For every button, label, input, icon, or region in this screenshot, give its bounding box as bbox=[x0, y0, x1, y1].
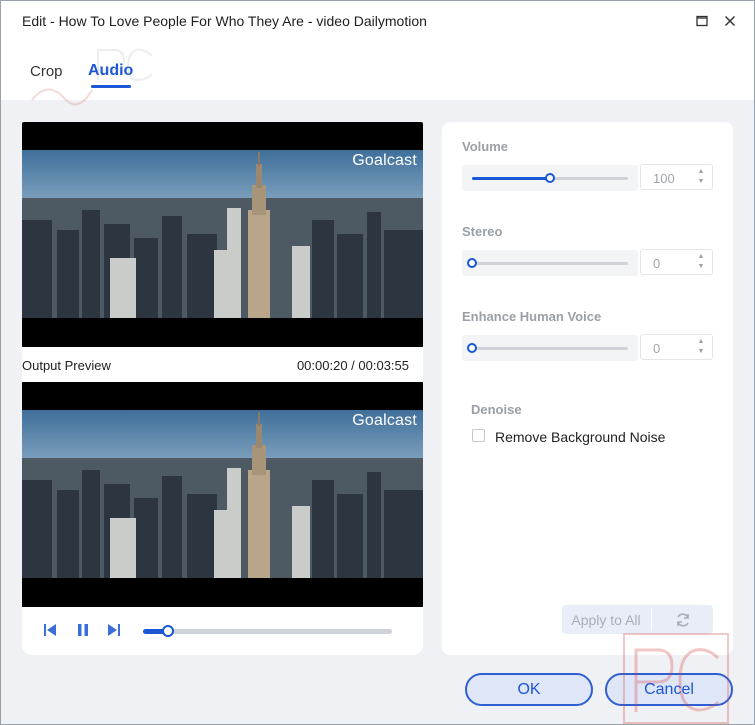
enhance-down-icon[interactable]: ▼ bbox=[696, 347, 706, 357]
apply-group: Apply to All bbox=[562, 605, 713, 634]
enhance-voice-value: 0 bbox=[653, 341, 661, 356]
volume-spinbox[interactable]: 100 ▲ ▼ bbox=[640, 164, 713, 190]
stereo-value: 0 bbox=[653, 256, 661, 271]
stereo-up-icon[interactable]: ▲ bbox=[696, 252, 706, 262]
stereo-down-icon[interactable]: ▼ bbox=[696, 262, 706, 272]
playback-seek-bar[interactable] bbox=[143, 625, 392, 637]
audio-settings-panel: Volume 100 ▲ ▼ Stereo 0 ▲ ▼ Enhance Human … bbox=[442, 122, 733, 655]
close-icon[interactable] bbox=[720, 11, 740, 31]
volume-value: 100 bbox=[653, 171, 675, 186]
denoise-label: Denoise bbox=[471, 402, 522, 417]
output-video: Goalcast bbox=[22, 382, 423, 607]
tab-crop[interactable]: Crop bbox=[30, 63, 63, 80]
editor-content: Goalcast Output Preview 00:00:20 / 00:03… bbox=[0, 100, 755, 725]
pause-icon[interactable] bbox=[75, 622, 91, 638]
stereo-label: Stereo bbox=[462, 224, 503, 239]
city-skyline-image bbox=[22, 150, 423, 318]
remove-noise-label[interactable]: Remove Background Noise bbox=[495, 429, 665, 445]
tab-bar: Crop Audio bbox=[0, 40, 755, 100]
seek-handle[interactable] bbox=[161, 625, 174, 637]
volume-label: Volume bbox=[462, 139, 508, 154]
ok-button[interactable]: OK bbox=[465, 673, 593, 706]
window-title: Edit - How To Love People For Who They A… bbox=[22, 13, 427, 29]
enhance-up-icon[interactable]: ▲ bbox=[696, 337, 706, 347]
enhance-voice-label: Enhance Human Voice bbox=[462, 309, 602, 324]
active-tab-indicator bbox=[91, 85, 131, 88]
stereo-slider-handle[interactable] bbox=[467, 258, 477, 268]
enhance-voice-spinbox[interactable]: 0 ▲ ▼ bbox=[640, 334, 713, 360]
playback-controls bbox=[22, 615, 423, 645]
enhance-voice-slider-handle[interactable] bbox=[467, 343, 477, 353]
cancel-button[interactable]: Cancel bbox=[605, 673, 733, 706]
volume-down-icon[interactable]: ▼ bbox=[696, 177, 706, 187]
volume-slider-handle[interactable] bbox=[545, 173, 555, 183]
remove-noise-checkbox[interactable] bbox=[472, 429, 485, 442]
apply-divider bbox=[651, 608, 652, 631]
preview-panel: Goalcast Output Preview 00:00:20 / 00:03… bbox=[22, 122, 423, 655]
city-skyline-image bbox=[22, 410, 423, 578]
refresh-icon[interactable] bbox=[653, 605, 713, 634]
title-bar: Edit - How To Love People For Who They A… bbox=[0, 0, 755, 40]
maximize-icon[interactable] bbox=[692, 11, 712, 31]
tab-audio[interactable]: Audio bbox=[88, 62, 133, 80]
output-preview-label: Output Preview bbox=[22, 358, 111, 373]
volume-slider[interactable] bbox=[462, 165, 638, 191]
skip-next-icon[interactable] bbox=[106, 622, 122, 638]
goalcast-watermark: Goalcast bbox=[352, 152, 417, 169]
timecode: 00:00:20 / 00:03:55 bbox=[296, 358, 409, 373]
stereo-slider[interactable] bbox=[462, 250, 638, 276]
goalcast-watermark: Goalcast bbox=[352, 412, 417, 429]
stereo-spinbox[interactable]: 0 ▲ ▼ bbox=[640, 249, 713, 275]
apply-to-all-button[interactable]: Apply to All bbox=[562, 605, 650, 634]
enhance-voice-slider[interactable] bbox=[462, 335, 638, 361]
source-video: Goalcast bbox=[22, 122, 423, 347]
volume-up-icon[interactable]: ▲ bbox=[696, 167, 706, 177]
skip-previous-icon[interactable] bbox=[42, 622, 58, 638]
